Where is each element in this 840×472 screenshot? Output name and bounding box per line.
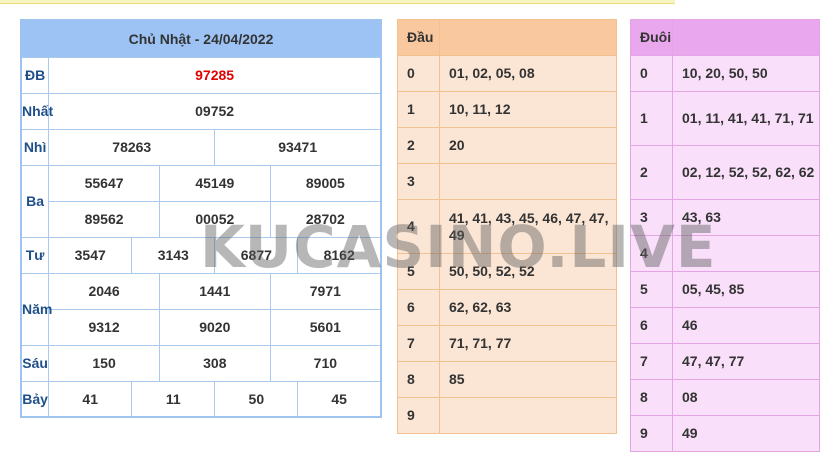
dau-values: 01, 02, 05, 08 [439,55,617,92]
dau-values [439,163,617,200]
dau-digit: 9 [397,397,440,434]
prize-value: 6877 [214,236,299,274]
dau-values: 10, 11, 12 [439,91,617,128]
prize-value: 89562 [48,200,160,238]
prize-value: 3143 [131,236,216,274]
prize-label-bay: Bảy [20,380,50,418]
dau-digit: 4 [397,199,440,254]
duoi-digit: 0 [630,55,673,92]
duoi-digit: 1 [630,91,673,146]
results-date-title: Chủ Nhật - 24/04/2022 [20,19,382,58]
prize-value: 45 [297,380,382,418]
duoi-values: 08 [672,379,820,416]
prize-value: 93471 [214,128,382,166]
duoi-values: 49 [672,415,820,452]
dau-digit: 7 [397,325,440,362]
dau-digit: 1 [397,91,440,128]
dau-values: 71, 71, 77 [439,325,617,362]
dau-values [439,397,617,434]
prize-value: 28702 [269,200,382,238]
dau-header: Đầu [397,19,440,56]
prize-value: 78263 [48,128,216,166]
duoi-header-blank [672,19,820,56]
duoi-values: 46 [672,307,820,344]
duoi-digit: 6 [630,307,673,344]
prize-label-tu: Tư [20,236,50,274]
prize-value: 55647 [48,164,160,202]
duoi-digit: 9 [630,415,673,452]
prize-value: 00052 [158,200,271,238]
duoi-values: 01, 11, 41, 41, 71, 71 [672,91,820,146]
dau-values: 85 [439,361,617,398]
prize-value: 308 [158,344,271,382]
duoi-digit: 3 [630,199,673,236]
duoi-values [672,235,820,272]
prize-value: 8162 [297,236,382,274]
duoi-values: 05, 45, 85 [672,271,820,308]
duoi-header: Đuôi [630,19,673,56]
dau-digit: 8 [397,361,440,398]
duoi-digit: 2 [630,145,673,200]
prize-label-nhi: Nhì [20,128,50,166]
duoi-digit: 8 [630,379,673,416]
prize-label-db: ĐB [20,56,50,94]
prize-value: 97285 [48,56,382,94]
prize-value: 3547 [48,236,133,274]
prize-value: 710 [269,344,382,382]
dau-values: 20 [439,127,617,164]
prize-value: 50 [214,380,299,418]
prize-value: 9020 [158,308,271,346]
prize-value: 9312 [48,308,160,346]
duoi-digit: 4 [630,235,673,272]
prize-value: 150 [48,344,160,382]
duoi-values: 02, 12, 52, 52, 62, 62 [672,145,820,200]
dau-digit: 2 [397,127,440,164]
prize-label-nhat: Nhất [20,92,53,130]
duoi-values: 43, 63 [672,199,820,236]
dau-header-blank [439,19,617,56]
dau-values: 62, 62, 63 [439,289,617,326]
prize-value: 11 [131,380,216,418]
prize-value: 5601 [269,308,382,346]
duoi-table: Đuôi 0 10, 20, 50, 50 1 01, 11, 41, 41, 71… [630,19,820,452]
prize-value: 41 [48,380,133,418]
prize-value: 1441 [158,272,271,310]
dau-digit: 3 [397,163,440,200]
duoi-digit: 5 [630,271,673,308]
prize-value: 89005 [269,164,382,202]
duoi-values: 47, 47, 77 [672,343,820,380]
prize-value: 09752 [48,92,382,130]
duoi-values: 10, 20, 50, 50 [672,55,820,92]
duoi-digit: 7 [630,343,673,380]
dau-digit: 0 [397,55,440,92]
prize-label-sau: Sáu [20,344,50,382]
prize-label-ba: Ba [20,164,50,238]
lottery-results-table: Chủ Nhật - 24/04/2022 ĐB 97285 Nhất 0975… [20,19,382,418]
dau-digit: 6 [397,289,440,326]
dau-values: 50, 50, 52, 52 [439,253,617,290]
prize-value: 2046 [48,272,160,310]
prize-label-nam: Năm [20,272,52,346]
top-banner-strip [0,0,675,4]
dau-table: Đầu 0 01, 02, 05, 08 1 10, 11, 12 2 20 3 44… [397,19,617,434]
dau-digit: 5 [397,253,440,290]
prize-value: 45149 [158,164,271,202]
prize-value: 7971 [269,272,382,310]
dau-values: 41, 41, 43, 45, 46, 47, 47, 49 [439,199,617,254]
